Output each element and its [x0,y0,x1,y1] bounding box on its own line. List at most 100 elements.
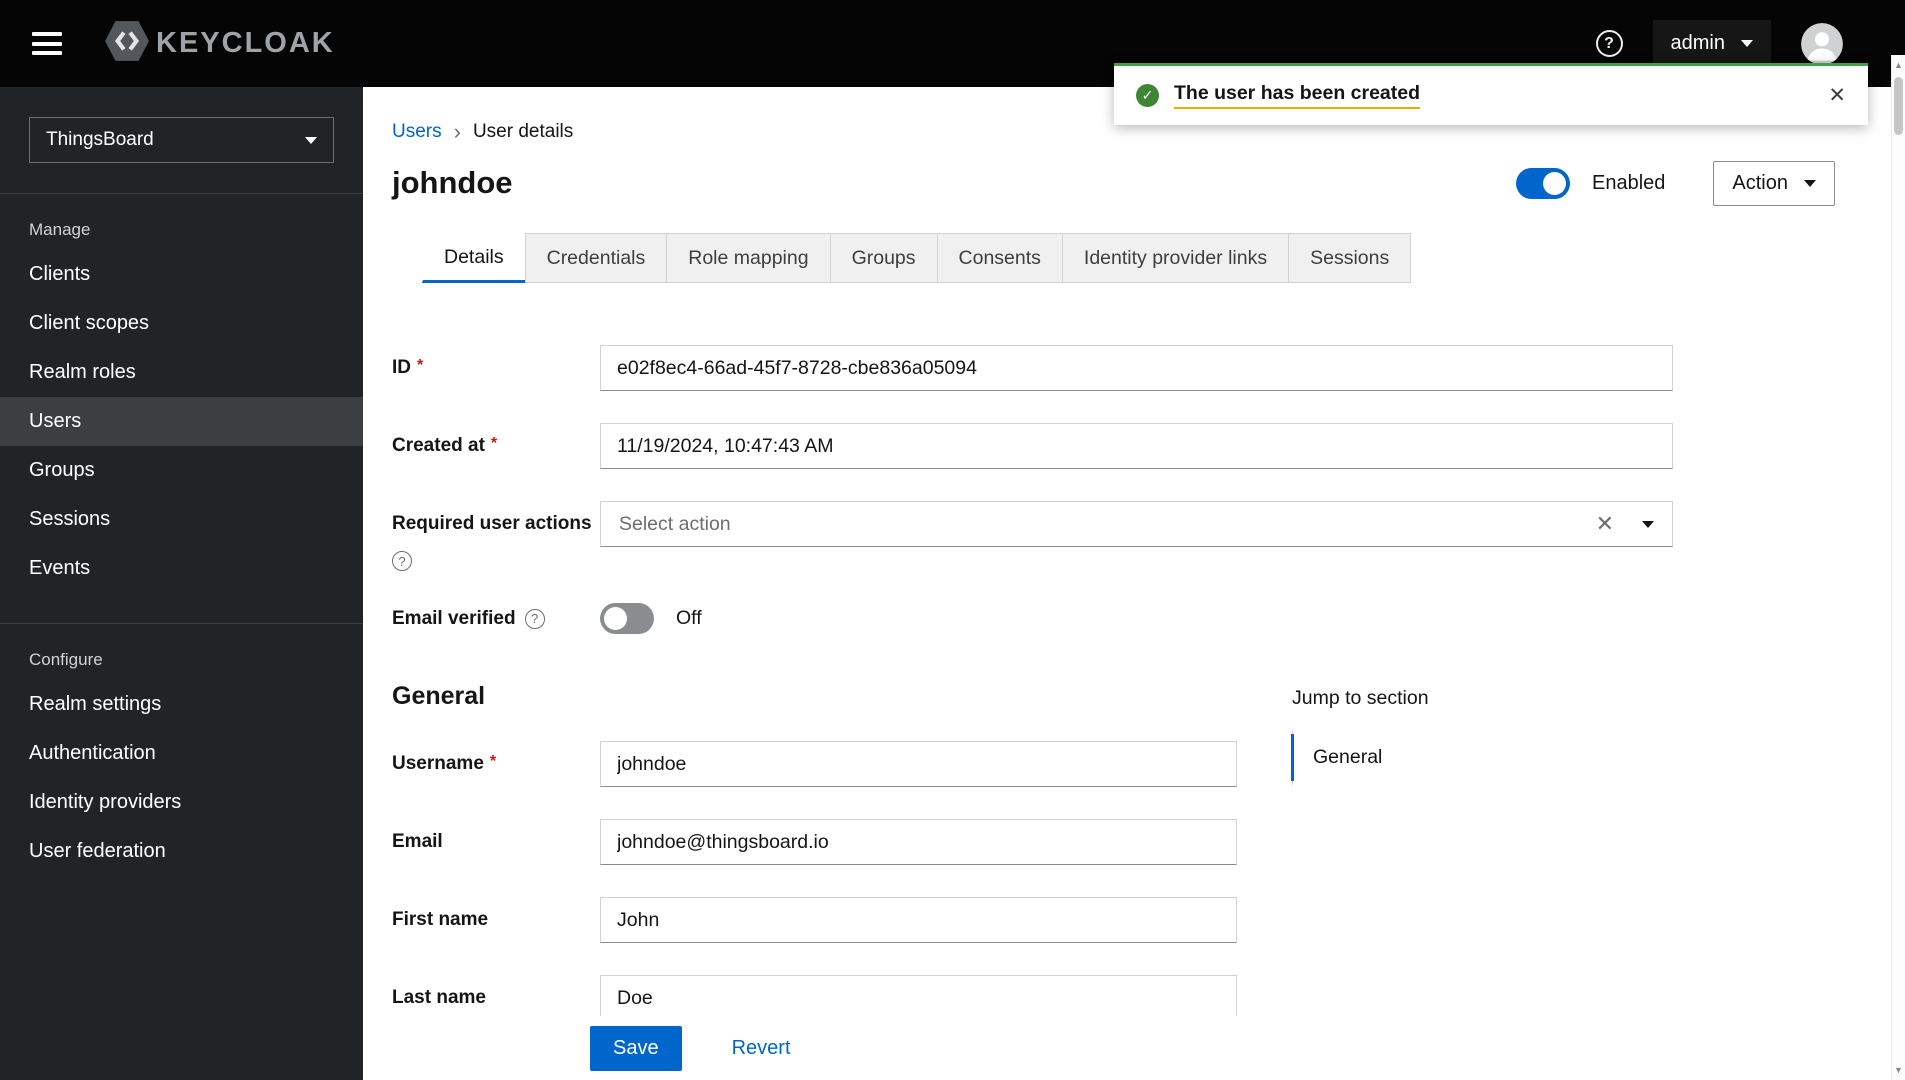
jump-to-section-panel: Jump to section General [1291,687,1429,785]
page-header: johndoe Enabled Action [392,159,1891,207]
tab-sessions[interactable]: Sessions [1288,233,1412,283]
scroll-down-arrow-icon[interactable]: ▼ [1894,1060,1903,1080]
tab-credentials[interactable]: Credentials [524,233,668,283]
scrollbar-thumb[interactable] [1894,77,1903,135]
breadcrumb-separator-icon: › [453,119,461,144]
brand-text: KEYCLOAK [156,27,335,59]
avatar[interactable] [1801,22,1843,65]
email-verified-label: Email verified [392,607,516,629]
tab-details[interactable]: Details [422,233,526,283]
hamburger-icon [32,32,62,36]
realm-selector[interactable]: ThingsBoard [29,117,334,163]
question-circle-icon: ? [1604,34,1614,52]
tab-role-mapping[interactable]: Role mapping [666,233,831,283]
action-dropdown-label: Action [1732,172,1788,194]
tab-identity-provider-links[interactable]: Identity provider links [1061,233,1290,283]
keycloak-logo-icon [104,20,150,67]
form-row-created-at: Created at [392,423,1891,469]
breadcrumb-current: User details [472,121,574,142]
keycloak-logo: KEYCLOAK [104,20,335,67]
page-title: johndoe [392,165,513,200]
action-dropdown-button[interactable]: Action [1713,161,1835,206]
success-check-icon: ✓ [1136,84,1159,107]
required-actions-select[interactable]: Select action ✕ [600,501,1673,547]
close-icon: ✕ [1828,84,1846,107]
required-actions-label: Required user actions [392,513,592,534]
help-icon[interactable]: ? [524,608,545,629]
sidebar-item-realm-roles[interactable]: Realm roles [0,348,363,397]
check-glyph: ✓ [1141,87,1154,103]
toggle-knob [604,607,627,630]
realm-selector-label: ThingsBoard [46,129,154,150]
toast-message: The user has been created [1174,82,1421,109]
form-row-first-name: First name [392,897,1891,943]
scrollbar[interactable]: ▲ ▼ [1891,55,1905,1080]
sidebar-item-sessions[interactable]: Sessions [0,495,363,544]
toast-success: ✓ The user has been created ✕ [1114,63,1868,125]
sidebar-item-user-federation[interactable]: User federation [0,827,363,876]
form-row-username: Username [392,741,1891,787]
main-content: Users › User details johndoe Enabled Act… [363,87,1891,1080]
email-input[interactable] [600,819,1237,865]
sidebar: ThingsBoard Manage Clients Client scopes… [0,87,363,1080]
username-input[interactable] [600,741,1237,787]
chevron-down-icon[interactable] [1642,520,1654,528]
form-row-email: Email [392,819,1891,865]
created-at-input[interactable] [600,423,1673,469]
revert-button[interactable]: Revert [732,1037,791,1060]
form-actions-footer: Save Revert [363,1016,1891,1080]
form-row-email-verified: Email verified ? Off [392,603,1891,634]
sidebar-item-authentication[interactable]: Authentication [0,729,363,778]
sidebar-item-clients[interactable]: Clients [0,250,363,299]
id-label: ID [392,357,423,379]
first-name-input[interactable] [600,897,1237,943]
masthead-right: ? admin [1595,20,1873,67]
jump-link-general[interactable]: General [1291,734,1429,781]
breadcrumb-users-link[interactable]: Users [392,121,442,143]
clear-icon[interactable]: ✕ [1596,513,1614,535]
scroll-up-arrow-icon[interactable]: ▲ [1894,55,1903,75]
sidebar-item-groups[interactable]: Groups [0,446,363,495]
nav-group-manage: Manage Clients Client scopes Realm roles… [0,194,363,593]
tab-groups[interactable]: Groups [829,233,938,283]
nav-menu-toggle-button[interactable] [32,32,62,55]
email-verified-state: Off [676,607,702,629]
question-mark-glyph: ? [530,611,539,626]
nav-section-manage: Manage [29,220,91,239]
save-button[interactable]: Save [590,1025,682,1071]
jump-to-section-heading: Jump to section [1292,687,1429,709]
toggle-knob [1543,172,1566,195]
tab-consents[interactable]: Consents [936,233,1063,283]
form-row-id: ID [392,345,1891,391]
sidebar-item-client-scopes[interactable]: Client scopes [0,299,363,348]
user-menu-label: admin [1670,32,1725,54]
tab-bar: Details Credentials Role mapping Groups … [422,233,1891,283]
user-details-form: ID Created at Required user actions ? Se… [392,345,1891,1021]
help-button[interactable]: ? [1595,30,1623,57]
header-controls: Enabled Action [1516,161,1835,206]
chevron-down-icon [305,136,317,144]
sidebar-item-identity-providers[interactable]: Identity providers [0,778,363,827]
form-row-last-name: Last name [392,975,1891,1021]
jump-to-section-list: General [1291,730,1429,785]
email-verified-toggle[interactable] [600,603,654,634]
user-menu-dropdown[interactable]: admin [1652,20,1771,67]
nav-section-configure: Configure [29,650,103,669]
chevron-down-icon [1741,40,1753,47]
sidebar-item-events[interactable]: Events [0,544,363,593]
form-row-required-actions: Required user actions ? Select action ✕ [392,501,1891,571]
toast-close-button[interactable]: ✕ [1828,83,1846,108]
keycloak-admin-console: KEYCLOAK ? admin ThingsBoard Manage Clie… [0,0,1905,1080]
required-actions-label-stack: Required user actions ? [392,501,600,571]
enabled-toggle[interactable] [1516,168,1570,199]
email-label: Email [392,831,443,852]
hamburger-icon [32,51,62,55]
sidebar-item-users[interactable]: Users [0,397,363,446]
question-mark-glyph: ? [398,553,406,569]
id-input[interactable] [600,345,1673,391]
section-heading-general: General [392,682,486,710]
help-icon[interactable]: ? [392,551,412,571]
last-name-input[interactable] [600,975,1237,1021]
required-actions-placeholder: Select action [619,512,731,535]
sidebar-item-realm-settings[interactable]: Realm settings [0,680,363,729]
